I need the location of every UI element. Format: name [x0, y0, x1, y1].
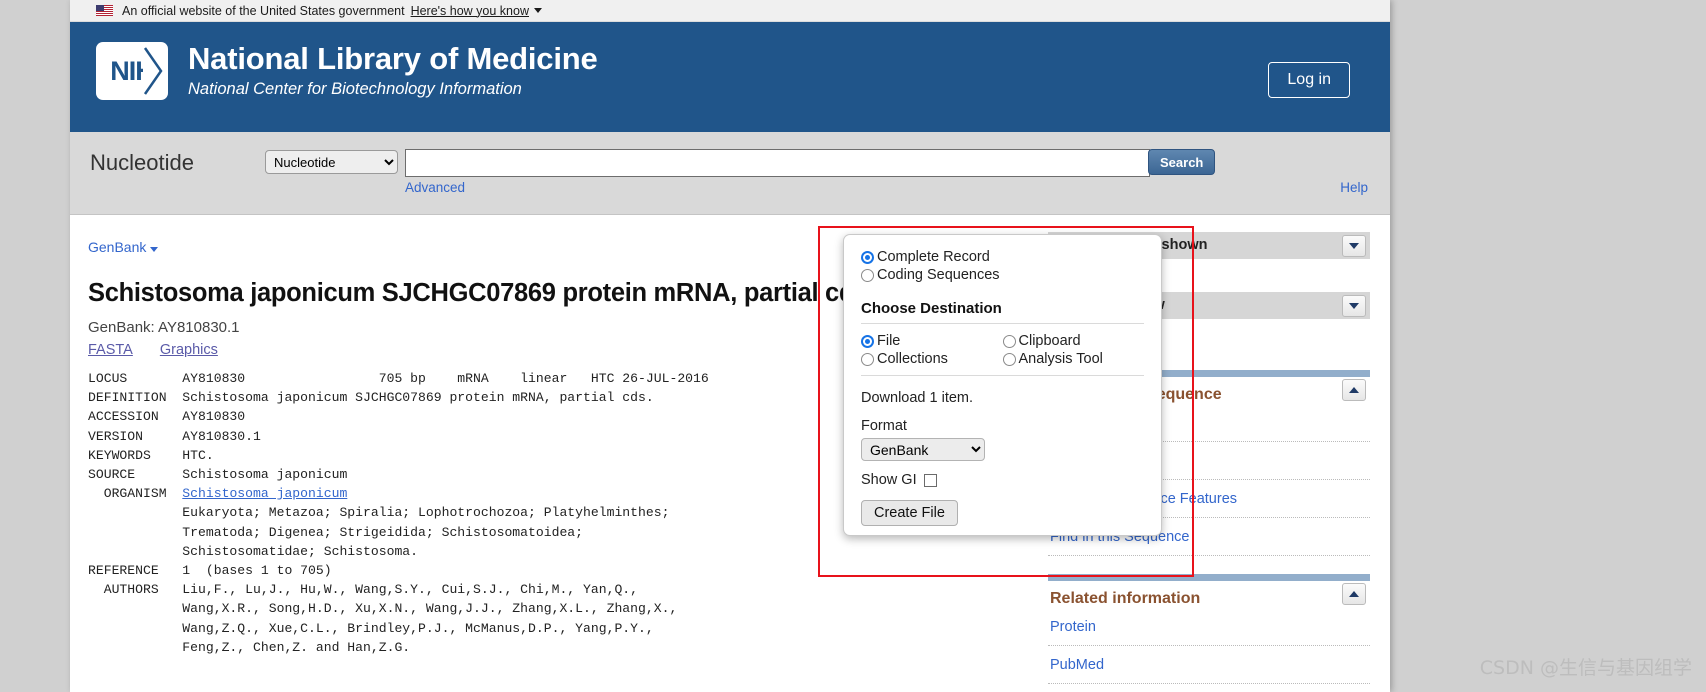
- how-you-know-link[interactable]: Here's how you know: [411, 4, 529, 18]
- show-gi-row[interactable]: Show GI: [861, 472, 1144, 488]
- nlm-logo[interactable]: NIH National Library of Medicine Nationa…: [96, 42, 598, 100]
- flatfile-post: Eukaryota; Metazoa; Spiralia; Lophotroch…: [88, 505, 678, 655]
- nih-logo-badge: NIH: [96, 42, 168, 100]
- divider: [70, 214, 1390, 215]
- us-flag-icon: [96, 5, 113, 16]
- destination-analysis-tool[interactable]: Analysis Tool: [1002, 351, 1145, 367]
- nlm-title: National Library of Medicine: [188, 40, 598, 76]
- destination-label: Collections: [877, 351, 948, 367]
- chevron-down-icon: [150, 247, 159, 252]
- genbank-flatfile: LOCUS AY810830 705 bp mRNA linear HTC 26…: [88, 369, 709, 657]
- sidebar-item-pubmed[interactable]: PubMed: [1048, 646, 1370, 684]
- destination-label: File: [877, 333, 901, 349]
- browser-page: An official website of the United States…: [70, 0, 1390, 692]
- radio-icon[interactable]: [861, 334, 874, 348]
- chevron-down-icon[interactable]: [1342, 295, 1366, 317]
- search-bar: Nucleotide Nucleotide Search Advanced He…: [70, 132, 1390, 214]
- related-heading: Related information: [1050, 590, 1201, 607]
- destination-options: File Collections Clipboard Analysis Tool: [861, 333, 1144, 369]
- radio-icon[interactable]: [861, 268, 874, 282]
- format-select[interactable]: GenBank: [861, 438, 985, 461]
- record-option-label: Complete Record: [877, 249, 990, 265]
- format-menu-label: GenBank: [88, 239, 147, 255]
- help-link[interactable]: Help: [1340, 180, 1368, 195]
- destination-clipboard[interactable]: Clipboard: [1002, 333, 1145, 349]
- radio-icon[interactable]: [1002, 352, 1016, 366]
- chevron-down-icon[interactable]: [534, 8, 542, 13]
- login-button[interactable]: Log in: [1268, 62, 1350, 98]
- send-to-panel: Complete Record Coding Sequences Choose …: [843, 234, 1162, 536]
- chevron-down-icon[interactable]: [1342, 235, 1366, 257]
- record-option-complete[interactable]: Complete Record: [861, 249, 1144, 265]
- record-view-links: FASTA Graphics: [88, 342, 245, 358]
- search-input[interactable]: [405, 149, 1150, 177]
- record-option-coding[interactable]: Coding Sequences: [861, 267, 1144, 283]
- divider: [861, 375, 1144, 376]
- nlm-subtitle: National Center for Biotechnology Inform…: [188, 80, 522, 99]
- related-section-rule: [1048, 574, 1370, 605]
- gov-banner: An official website of the United States…: [70, 0, 1390, 22]
- search-button[interactable]: Search: [1148, 149, 1216, 175]
- chevron-up-icon[interactable]: [1342, 379, 1366, 401]
- radio-icon[interactable]: [861, 250, 874, 264]
- graphics-link[interactable]: Graphics: [160, 342, 218, 358]
- main-content: GenBank Send to: Schistosoma japonicum S…: [70, 214, 1390, 692]
- checkbox-icon[interactable]: [923, 473, 937, 487]
- sidebar-item-taxonomy[interactable]: Taxonomy: [1048, 684, 1370, 692]
- database-name: Nucleotide: [90, 150, 194, 175]
- gov-banner-text: An official website of the United States…: [122, 3, 405, 18]
- sidebar-item-protein[interactable]: Protein: [1048, 608, 1370, 646]
- fasta-link[interactable]: FASTA: [88, 342, 133, 358]
- show-gi-label: Show GI: [861, 472, 917, 488]
- organism-link[interactable]: Schistosoma japonicum: [182, 486, 347, 501]
- format-label: Format: [861, 418, 907, 434]
- nih-chevron-icon: [143, 42, 169, 100]
- destination-label: Analysis Tool: [1018, 351, 1103, 367]
- destination-collections[interactable]: Collections: [861, 351, 1003, 367]
- chevron-up-icon[interactable]: [1342, 583, 1366, 605]
- divider: [861, 323, 1144, 324]
- advanced-search-link[interactable]: Advanced: [405, 180, 465, 195]
- download-note: Download 1 item.: [861, 390, 974, 406]
- nlm-titles: National Library of Medicine National Ce…: [188, 40, 598, 100]
- destination-label: Clipboard: [1018, 333, 1081, 349]
- radio-icon[interactable]: [1002, 334, 1016, 348]
- create-file-button[interactable]: Create File: [861, 500, 958, 526]
- watermark: CSDN @生信与基因组学: [1479, 657, 1692, 679]
- site-header: NIH National Library of Medicine Nationa…: [70, 22, 1390, 132]
- record-option-label: Coding Sequences: [877, 267, 1000, 283]
- flatfile-pre: LOCUS AY810830 705 bp mRNA linear HTC 26…: [88, 371, 709, 502]
- radio-icon[interactable]: [861, 352, 874, 366]
- choose-destination-heading: Choose Destination: [861, 300, 1002, 317]
- accession-line: GenBank: AY810830.1: [88, 319, 240, 336]
- format-menu[interactable]: GenBank: [88, 239, 159, 255]
- destination-file[interactable]: File: [861, 333, 1003, 349]
- database-select[interactable]: Nucleotide: [265, 150, 398, 174]
